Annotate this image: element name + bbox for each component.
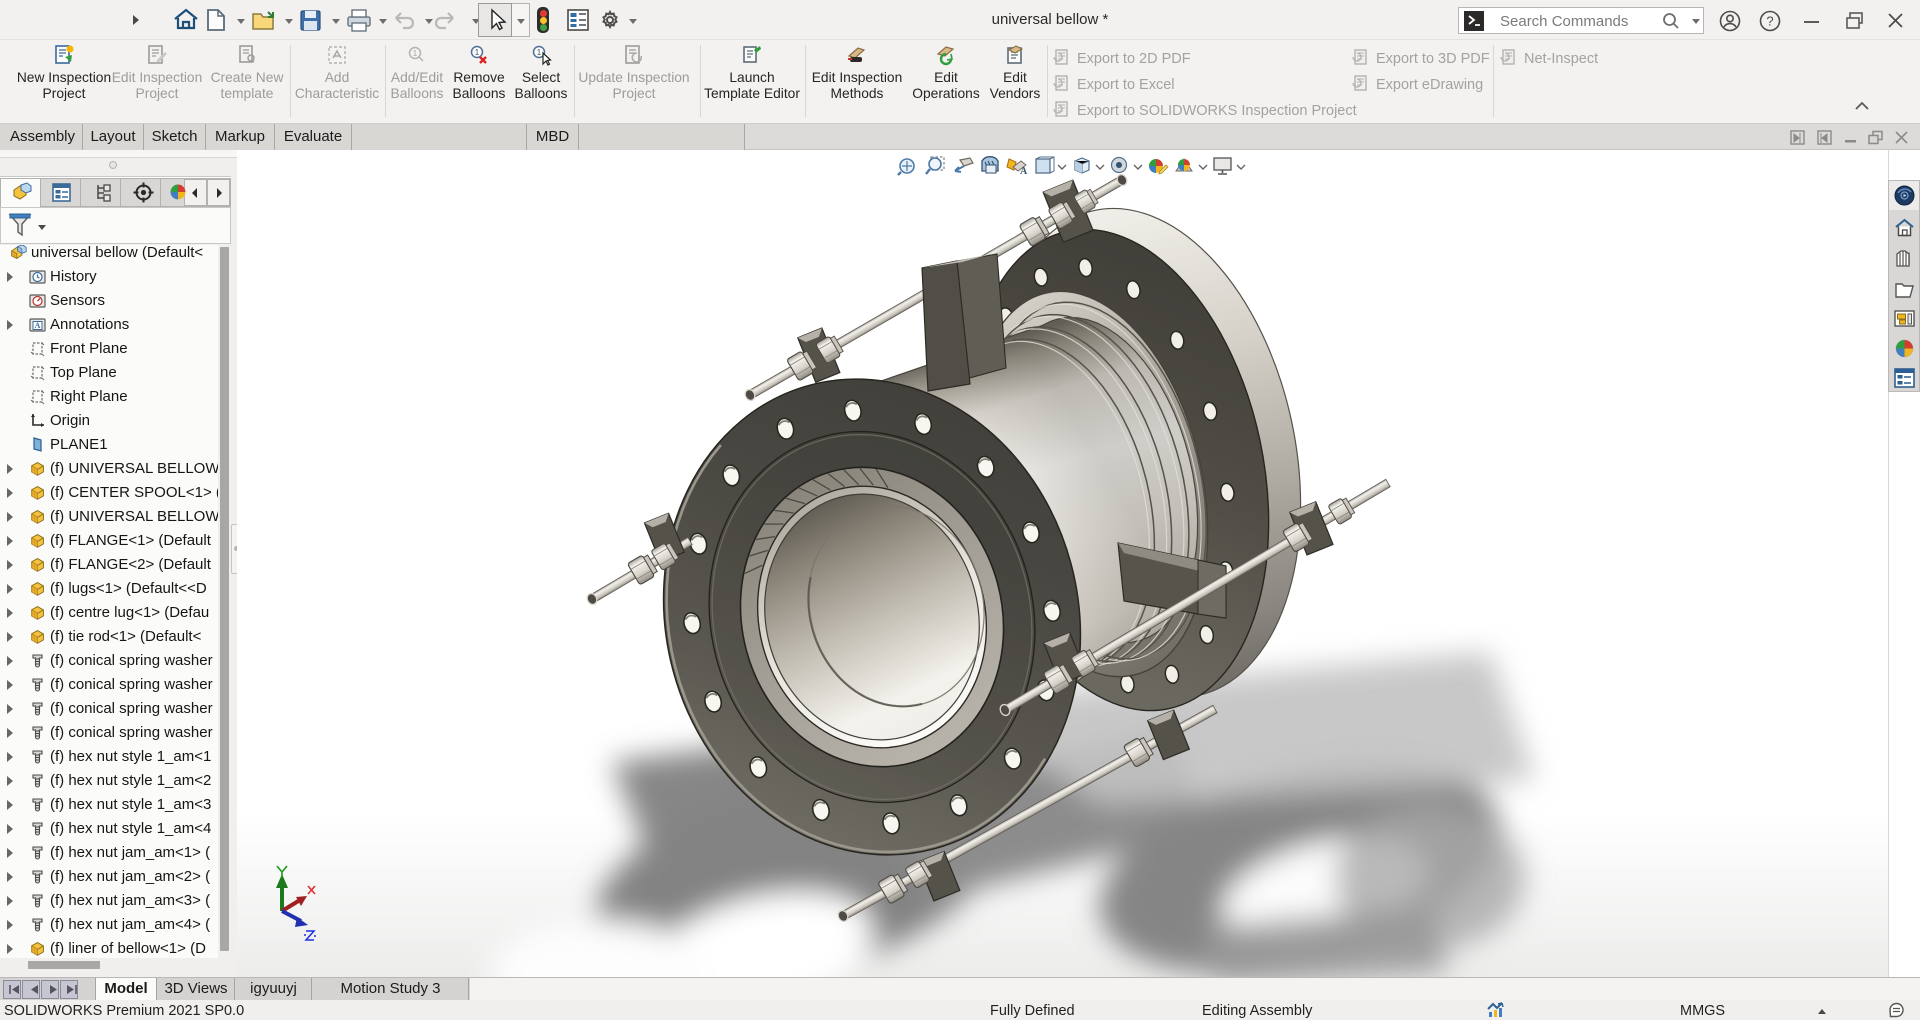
- svg-text:1: 1: [413, 49, 418, 58]
- svg-text:1: 1: [537, 48, 542, 57]
- svg-text:A: A: [1020, 166, 1028, 177]
- svg-text:A: A: [35, 321, 41, 330]
- svg-text:?: ?: [1766, 14, 1773, 29]
- svg-text:1: 1: [475, 48, 480, 57]
